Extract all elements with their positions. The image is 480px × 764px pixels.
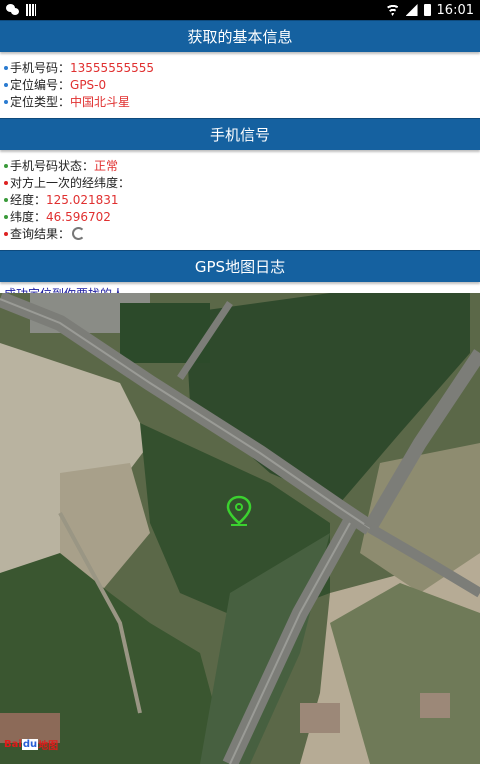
clock: 16:01: [436, 2, 474, 18]
basic-info-title: 获取的基本信息: [187, 28, 293, 46]
last-coords-label: 对方上一次的经纬度：: [10, 176, 131, 190]
latitude-value: 46.596702: [46, 209, 111, 224]
location-type-label: 定位类型：: [10, 95, 71, 109]
phone-signal-title: 手机信号: [209, 126, 270, 144]
satellite-map[interactable]: Bai du 地图: [0, 293, 480, 764]
basic-info-block: 手机号码： 13555555555 定位编号： GPS-0 定位类型： 中国北斗…: [0, 52, 480, 118]
location-id-value: GPS-0: [70, 77, 107, 92]
query-result-label: 查询结果：: [10, 227, 71, 241]
gps-log-title: GPS地图日志: [194, 258, 286, 276]
location-type-value: 中国北斗星: [70, 95, 131, 109]
baidu-map-logo: Bai du 地图: [4, 738, 59, 752]
bullet-icon: [4, 82, 8, 87]
latitude-row: 纬度： 46.596702: [4, 208, 480, 225]
location-type-row: 定位类型： 中国北斗星: [4, 93, 480, 110]
bullet-icon: [4, 99, 8, 104]
bullet-icon: [4, 163, 8, 168]
phone-signal-block: 手机号码状态： 正常 对方上一次的经纬度： 经度： 125.021831 纬度：…: [0, 150, 480, 250]
phone-number-label: 手机号码：: [10, 61, 71, 75]
cell-signal-icon: [405, 4, 418, 16]
bullet-icon: [4, 65, 8, 70]
status-bar: 16:01: [0, 0, 480, 20]
phone-status-row: 手机号码状态： 正常: [4, 157, 480, 174]
phone-number-row: 手机号码： 13555555555: [4, 59, 480, 76]
phone-status-label: 手机号码状态：: [10, 159, 95, 173]
phone-number-value: 13555555555: [70, 60, 154, 75]
longitude-value: 125.021831: [46, 192, 119, 207]
location-id-label: 定位编号：: [10, 78, 71, 92]
bullet-icon: [4, 197, 8, 202]
wechat-notification-icon: [6, 4, 20, 16]
loading-spinner-icon: [72, 227, 86, 240]
gps-log-header: GPS地图日志: [0, 250, 480, 282]
last-coords-row: 对方上一次的经纬度：: [4, 174, 480, 191]
longitude-row: 经度： 125.021831: [4, 191, 480, 208]
query-result-row: 查询结果：: [4, 225, 480, 242]
map-imagery: [0, 293, 480, 764]
notification-icon: [26, 4, 36, 16]
phone-status-value: 正常: [94, 159, 119, 173]
phone-signal-header: 手机信号: [0, 118, 480, 150]
bullet-icon: [4, 180, 8, 185]
bullet-icon: [4, 231, 8, 236]
latitude-label: 纬度：: [10, 210, 47, 224]
basic-info-header: 获取的基本信息: [0, 20, 480, 52]
bullet-icon: [4, 214, 8, 219]
battery-icon: [423, 4, 431, 16]
wifi-icon: [385, 4, 400, 16]
longitude-label: 经度：: [10, 193, 47, 207]
location-id-row: 定位编号： GPS-0: [4, 76, 480, 93]
